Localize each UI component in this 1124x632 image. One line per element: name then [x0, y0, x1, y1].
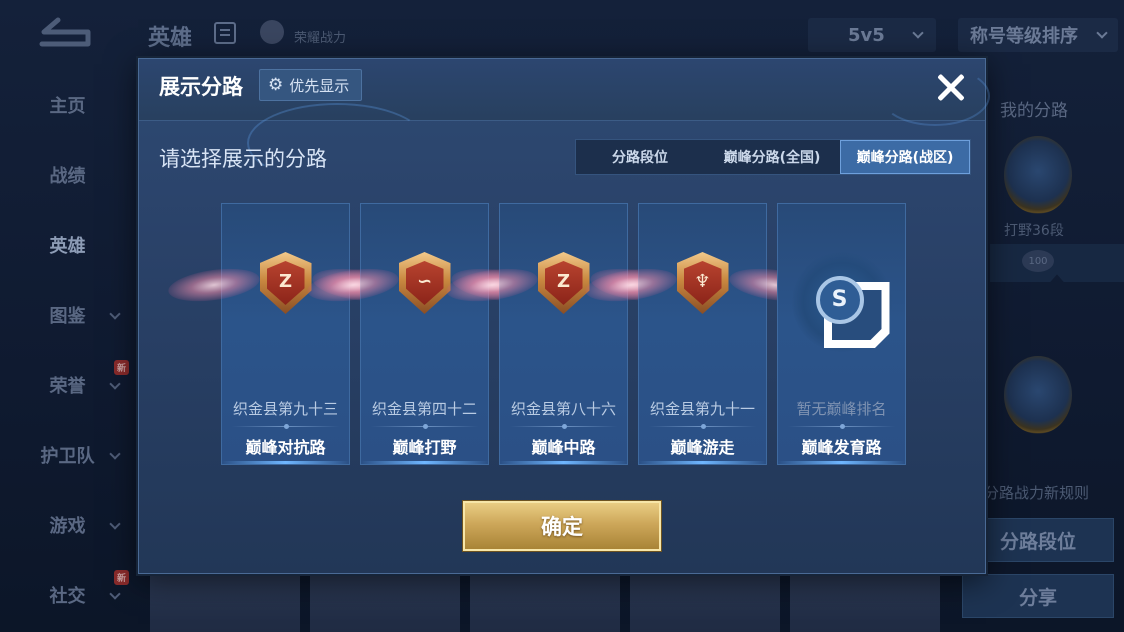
lane-card-list: Z 织金县第九十三 巅峰对抗路 ∽ 织金县第四十二 巅峰打野 Z 织金县第八十六…	[165, 203, 906, 465]
ribbon-value: 100	[1022, 250, 1054, 272]
mid-lane-icon: Z	[556, 271, 571, 292]
confirm-button[interactable]: 确定	[463, 501, 661, 551]
hero-portrait[interactable]	[630, 572, 780, 632]
card-rank-text: 织金县第八十六	[510, 400, 616, 418]
sidebar-item-label: 英雄	[49, 236, 86, 257]
card-lane-name: 巅峰中路	[531, 438, 596, 457]
sidebar-item-honor[interactable]: 荣誉 新	[0, 350, 135, 420]
tab-peak-district[interactable]: 巅峰分路(战区)	[840, 140, 970, 174]
card-lane-name: 巅峰游走	[670, 438, 735, 457]
sidebar-item-label: 护卫队	[40, 446, 95, 467]
tab-lane-rank[interactable]: 分路段位	[576, 140, 704, 174]
hero-portrait[interactable]	[470, 572, 620, 632]
hero-portrait-row	[150, 572, 940, 632]
lane-card-adc[interactable]: S 暂无巅峰排名 巅峰发育路	[777, 203, 906, 465]
back-arrow-icon[interactable]	[34, 14, 94, 50]
sidebar-item-game[interactable]: 游戏	[0, 490, 135, 560]
sort-select[interactable]: 称号等级排序	[958, 18, 1118, 52]
mode-select[interactable]: 5v5	[808, 18, 936, 52]
mode-select-value: 5v5	[848, 24, 885, 46]
sidebar-item-label: 社交	[49, 586, 86, 607]
gear-icon: ⚙	[268, 74, 284, 95]
display-lane-dialog: 展示分路 ⚙ 优先显示 请选择展示的分路 分路段位 巅峰分路(全国) 巅峰分路(…	[138, 58, 986, 574]
priority-display-label: 优先显示	[289, 76, 350, 95]
sidebar-item-home[interactable]: 主页	[0, 70, 135, 140]
jungle-lane-icon: ∽	[416, 271, 433, 292]
card-rank-text: 织金县第九十三	[232, 400, 338, 418]
card-divider	[510, 424, 617, 429]
sidebar-item-guard[interactable]: 护卫队	[0, 420, 135, 490]
sidebar-nav: 主页 战绩 英雄 图鉴 荣誉新 护卫队 游戏 社交新	[0, 70, 135, 630]
ribbon	[990, 244, 1124, 282]
chevron-down-icon	[912, 27, 924, 39]
hero-portrait[interactable]	[790, 572, 940, 632]
jungle-emblem-icon	[1004, 136, 1072, 214]
hero-avatar-icon	[260, 20, 284, 44]
sidebar-item-record[interactable]: 战绩	[0, 140, 135, 210]
card-lane-name: 巅峰打野	[392, 438, 457, 457]
hero-portrait[interactable]	[150, 572, 300, 632]
sidebar-item-label: 主页	[49, 96, 86, 117]
chevron-down-icon	[109, 448, 121, 460]
no-rank-emblem-icon: S	[791, 252, 892, 352]
card-lane-name: 巅峰发育路	[801, 438, 882, 457]
wing-left-icon	[165, 263, 262, 307]
dialog-title: 展示分路	[159, 75, 243, 99]
sidebar-item-social[interactable]: 社交 新	[0, 560, 135, 630]
header-subtitle: 荣耀战力	[294, 31, 347, 46]
new-badge: 新	[113, 360, 129, 375]
sidebar-item-label: 战绩	[49, 166, 86, 187]
lane-emblem-icon	[1004, 356, 1072, 434]
chevron-down-icon	[109, 378, 121, 390]
rule-link[interactable]: 分路战力新规则	[984, 482, 1089, 503]
new-badge: 新	[113, 570, 129, 585]
dialog-header: 展示分路 ⚙ 优先显示	[139, 59, 985, 121]
card-divider	[788, 424, 895, 429]
dialog-body: 请选择展示的分路 分路段位 巅峰分路(全国) 巅峰分路(战区) Z 织金县第九十…	[139, 121, 985, 573]
card-divider	[232, 424, 339, 429]
lane-card-mid[interactable]: Z 织金县第八十六 巅峰中路	[443, 203, 684, 465]
list-icon[interactable]	[214, 22, 236, 44]
my-lane-title: 我的分路	[1000, 101, 1068, 121]
tab-peak-national[interactable]: 巅峰分路(全国)	[704, 140, 840, 174]
card-divider	[649, 424, 756, 429]
chevron-down-icon	[109, 588, 121, 600]
lane-card-top[interactable]: Z 织金县第九十三 巅峰对抗路	[165, 203, 406, 465]
sidebar-item-label: 游戏	[49, 516, 86, 537]
lane-card-jungle[interactable]: ∽ 织金县第四十二 巅峰打野	[304, 203, 545, 465]
support-lane-icon: ♆	[694, 271, 711, 292]
decorative-swirl	[880, 66, 990, 126]
card-divider	[371, 424, 478, 429]
sidebar-item-gallery[interactable]: 图鉴	[0, 280, 135, 350]
chevron-down-icon	[1096, 27, 1108, 39]
sidebar-item-label: 图鉴	[49, 306, 86, 327]
dialog-subtitle: 请选择展示的分路	[159, 147, 327, 171]
sidebar-item-label: 荣誉	[49, 376, 86, 397]
priority-display-button[interactable]: ⚙ 优先显示	[259, 69, 363, 101]
page-title: 英雄	[148, 26, 193, 51]
sidebar-item-hero[interactable]: 英雄	[0, 210, 135, 280]
card-rank-text: 暂无巅峰排名	[796, 400, 887, 418]
card-rank-text: 织金县第九十一	[649, 400, 755, 418]
emblem-label: 打野36段	[1004, 223, 1064, 239]
sort-select-value: 称号等级排序	[970, 26, 1078, 47]
hero-portrait[interactable]	[310, 572, 460, 632]
adc-lane-icon: S	[831, 287, 848, 312]
share-button[interactable]: 分享	[962, 574, 1114, 618]
lane-card-support[interactable]: ♆ 织金县第九十一 巅峰游走	[582, 203, 823, 465]
lane-tabs: 分路段位 巅峰分路(全国) 巅峰分路(战区)	[575, 139, 971, 175]
card-rank-text: 织金县第四十二	[371, 400, 477, 418]
chevron-down-icon	[109, 518, 121, 530]
top-lane-icon: Z	[278, 271, 293, 292]
card-lane-name: 巅峰对抗路	[245, 438, 326, 457]
chevron-down-icon	[109, 308, 121, 320]
